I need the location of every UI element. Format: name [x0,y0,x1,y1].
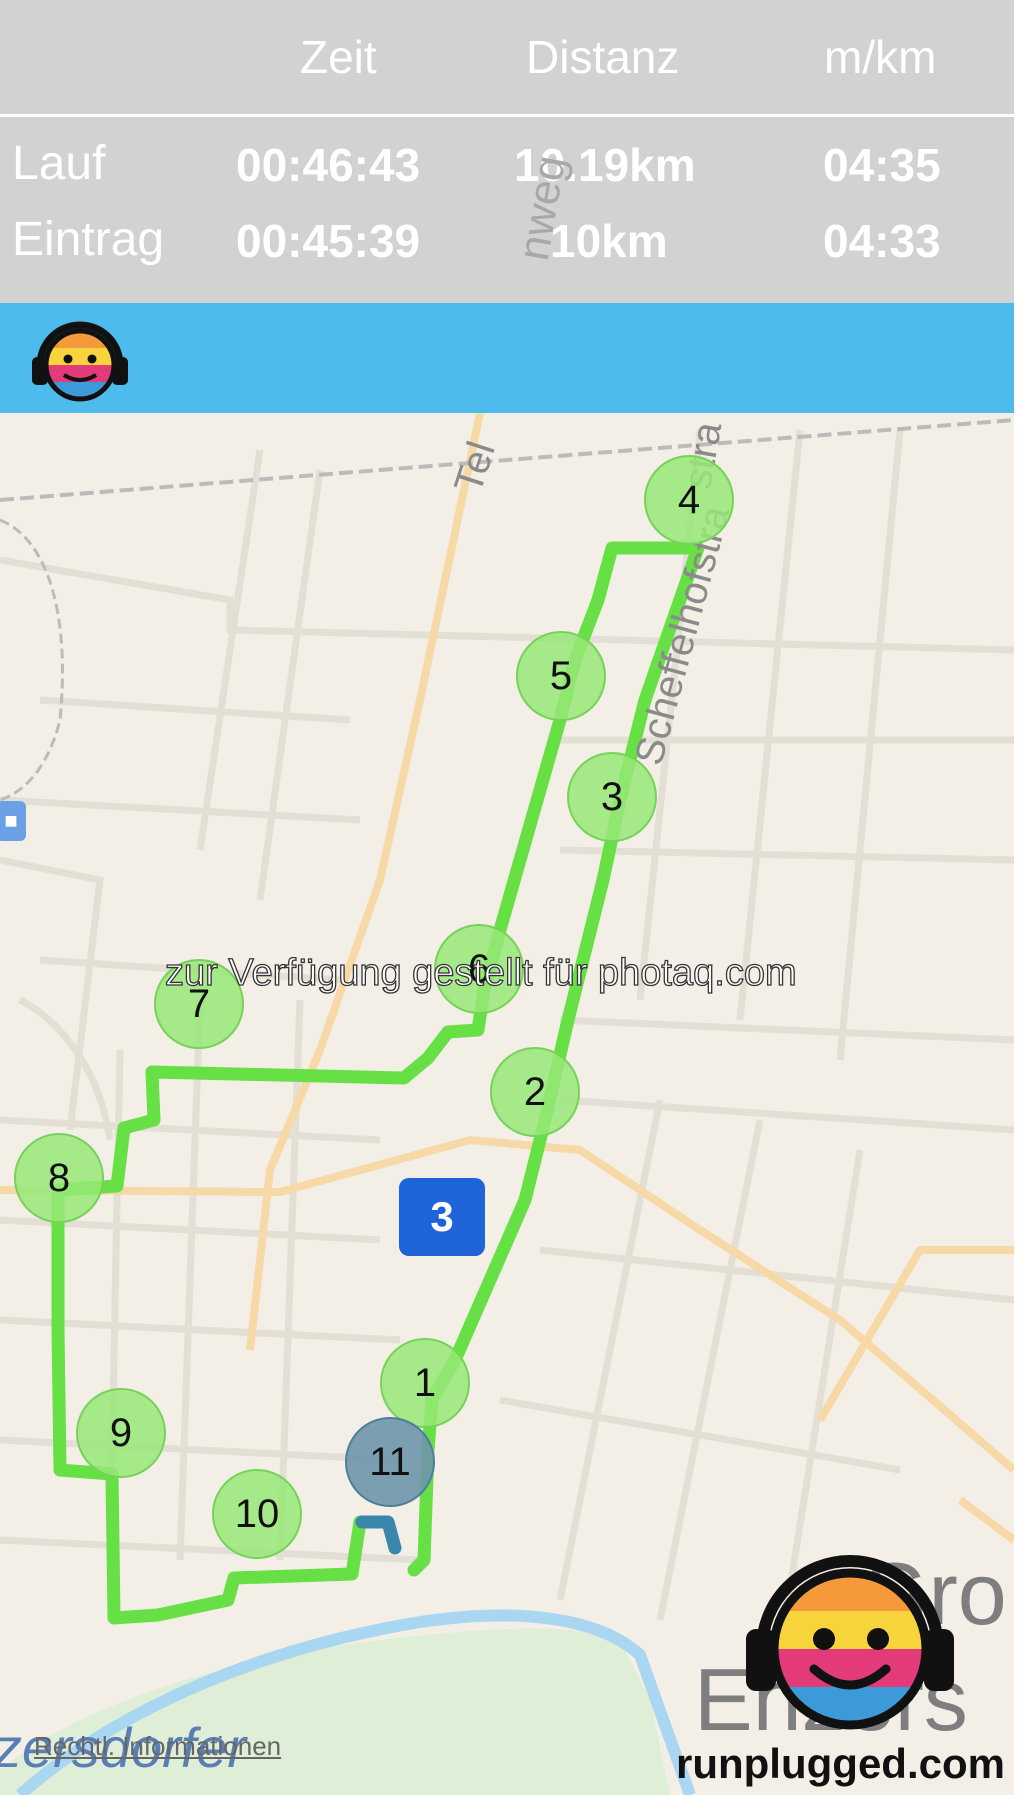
bus-icon[interactable]: ■ [0,801,26,841]
watermark-text: zur Verfügung gestellt für photaq.com [164,951,797,994]
column-header-distance: Distanz [526,31,680,83]
row-label-run: Lauf [12,137,106,190]
column-header-pace: m/km [824,31,937,83]
app-bar [0,303,1014,413]
route-map[interactable]: Tel stra Scheffelhofstra nweg Gro Enzers… [0,152,1014,1795]
road-number-badge: 3 [399,1178,485,1256]
stats-panel: Zeit Distanz m/km Lauf 00:46:43 10.19km … [0,0,1014,303]
km-marker-4[interactable]: 4 [644,455,734,545]
brand-url: runplugged.com [676,1740,1005,1787]
header-divider [0,114,1014,117]
row-label-entry: Eintrag [12,213,165,266]
km-marker-1[interactable]: 1 [380,1338,470,1428]
run-pace: 04:35 [823,139,941,191]
km-marker-9[interactable]: 9 [76,1388,166,1478]
right-edge [1014,0,1024,1795]
km-marker-5[interactable]: 5 [516,631,606,721]
km-marker-2[interactable]: 2 [490,1047,580,1137]
entry-pace: 04:33 [823,215,941,267]
entry-distance: 10km [550,215,668,267]
run-time: 00:46:43 [236,139,421,191]
headphones-smiley-icon[interactable] [28,313,132,405]
column-header-time: Zeit [300,31,377,83]
route-end-segment [355,1515,402,1555]
km-marker-3[interactable]: 3 [567,752,657,842]
headphones-smiley-icon [746,1555,954,1730]
km-marker-8[interactable]: 8 [14,1133,104,1223]
legal-info-link[interactable]: Rechtl. Informationen [34,1731,281,1762]
minor-streets [0,429,1014,1651]
entry-time: 00:45:39 [236,215,421,267]
railway [0,418,1014,502]
km-marker-11-current[interactable]: 11 [345,1417,435,1507]
km-marker-10[interactable]: 10 [212,1469,302,1559]
